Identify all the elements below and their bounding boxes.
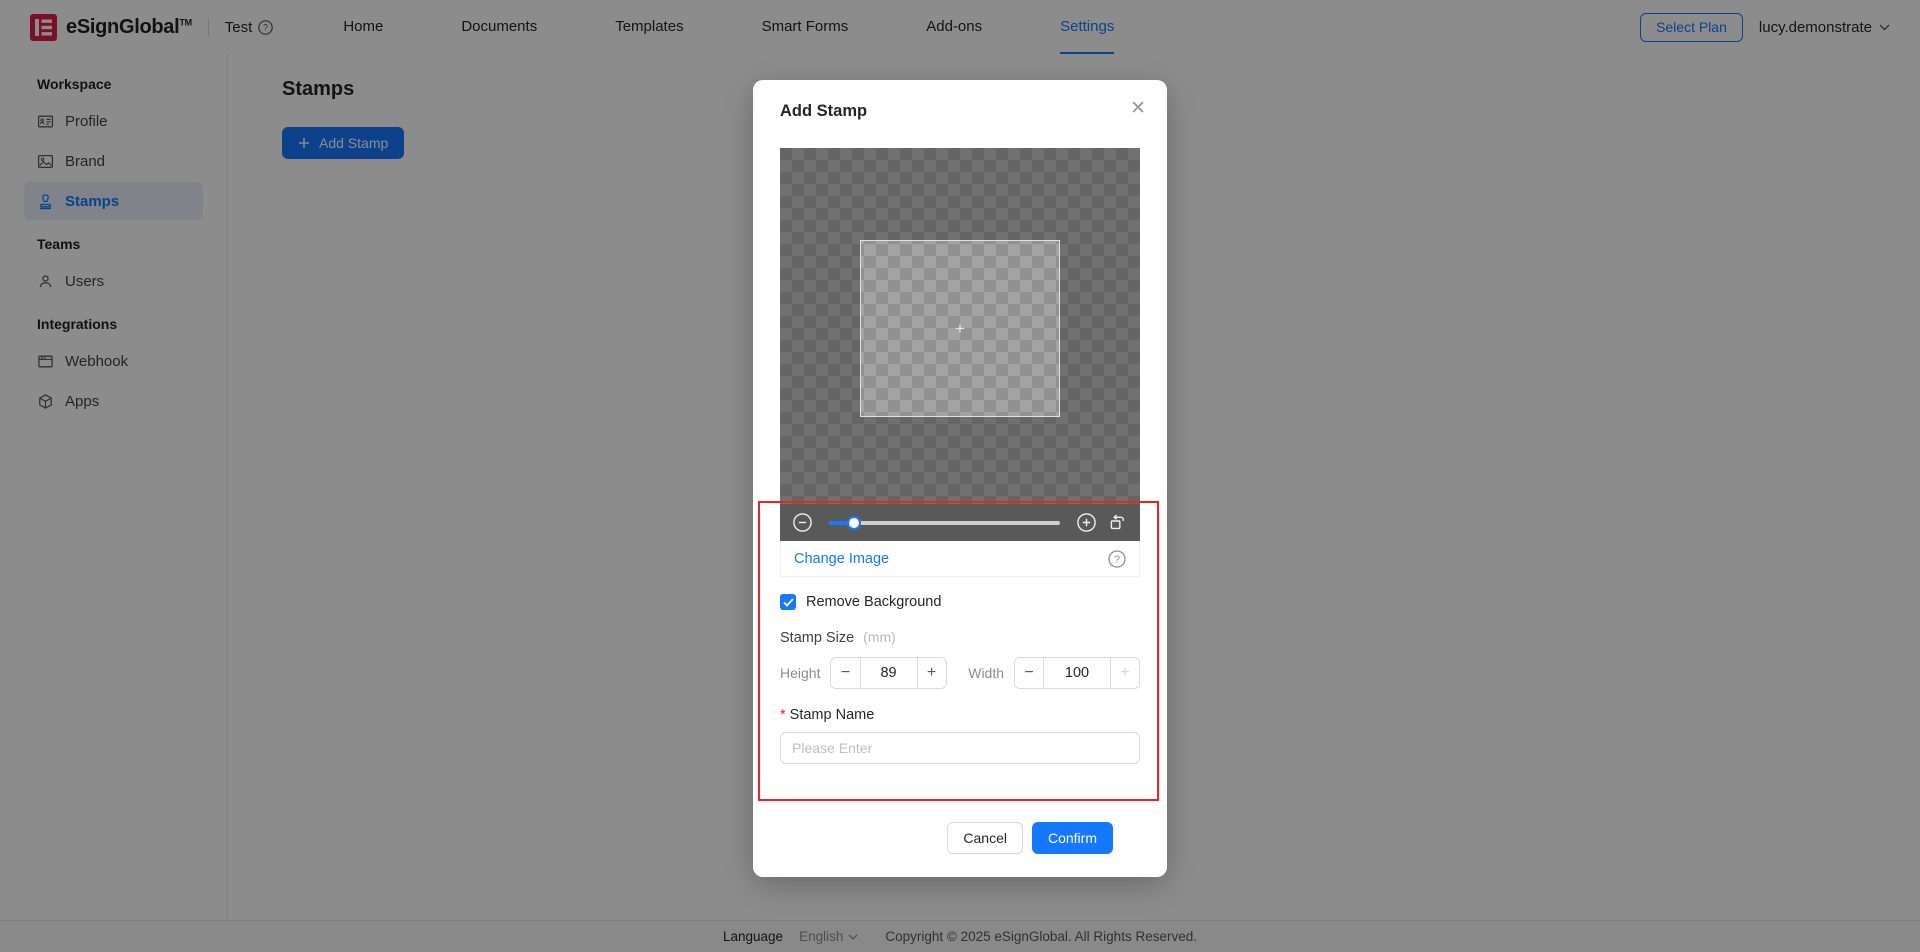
height-label: Height: [780, 665, 821, 681]
plus-circle-icon: [1077, 513, 1096, 532]
confirm-button[interactable]: Confirm: [1031, 822, 1113, 854]
stamp-size-label: Stamp Size: [780, 630, 855, 646]
width-stepper: − +: [1014, 657, 1140, 689]
change-image-row: Change Image ?: [780, 541, 1140, 577]
modal-title: Add Stamp: [780, 102, 868, 120]
rotate-button[interactable]: [1108, 513, 1127, 532]
change-image-link[interactable]: Change Image: [794, 551, 889, 567]
crop-crosshair: +: [955, 318, 965, 338]
zoom-out-button[interactable]: [793, 513, 812, 532]
size-steppers-row: Height − + Width − +: [780, 657, 1140, 689]
close-icon[interactable]: ✕: [1130, 99, 1146, 118]
cropper-toolbar: [780, 504, 1140, 541]
add-stamp-modal: Add Stamp ✕ + Change Image ? Remove Back…: [753, 80, 1167, 877]
stamp-size-unit: (mm): [863, 629, 896, 645]
width-label: Width: [968, 665, 1005, 681]
height-decrement-button[interactable]: −: [831, 658, 861, 688]
width-increment-button[interactable]: +: [1110, 658, 1139, 688]
stamp-name-label: Stamp Name: [789, 707, 875, 723]
help-circle-icon[interactable]: ?: [1108, 549, 1126, 568]
rotate-icon: [1110, 514, 1124, 530]
svg-text:?: ?: [1114, 553, 1120, 565]
zoom-slider[interactable]: [829, 515, 1060, 530]
required-asterisk: *: [780, 707, 786, 723]
height-input[interactable]: [860, 658, 917, 688]
remove-background-row: Remove Background: [780, 594, 1140, 610]
minus-circle-icon: [793, 513, 812, 532]
stamp-name-label-row: * Stamp Name: [780, 707, 1140, 723]
zoom-slider-thumb[interactable]: [847, 515, 862, 530]
height-stepper: − +: [830, 657, 947, 689]
stamp-size-row: Stamp Size (mm): [780, 629, 1140, 646]
crop-box[interactable]: +: [860, 240, 1060, 417]
remove-background-label: Remove Background: [806, 594, 942, 610]
width-decrement-button[interactable]: −: [1015, 658, 1045, 688]
modal-body: + Change Image ? Remove Background Stamp…: [753, 148, 1167, 854]
cancel-button[interactable]: Cancel: [947, 822, 1023, 854]
width-input[interactable]: [1044, 658, 1111, 688]
height-increment-button[interactable]: +: [916, 658, 946, 688]
modal-footer: Cancel Confirm: [780, 822, 1140, 854]
remove-background-checkbox[interactable]: [780, 594, 796, 610]
stamp-name-input[interactable]: [780, 732, 1140, 764]
modal-header: Add Stamp: [753, 80, 1167, 121]
zoom-in-button[interactable]: [1077, 513, 1096, 532]
checkmark-icon: [782, 597, 794, 607]
image-cropper-preview[interactable]: +: [780, 148, 1140, 504]
